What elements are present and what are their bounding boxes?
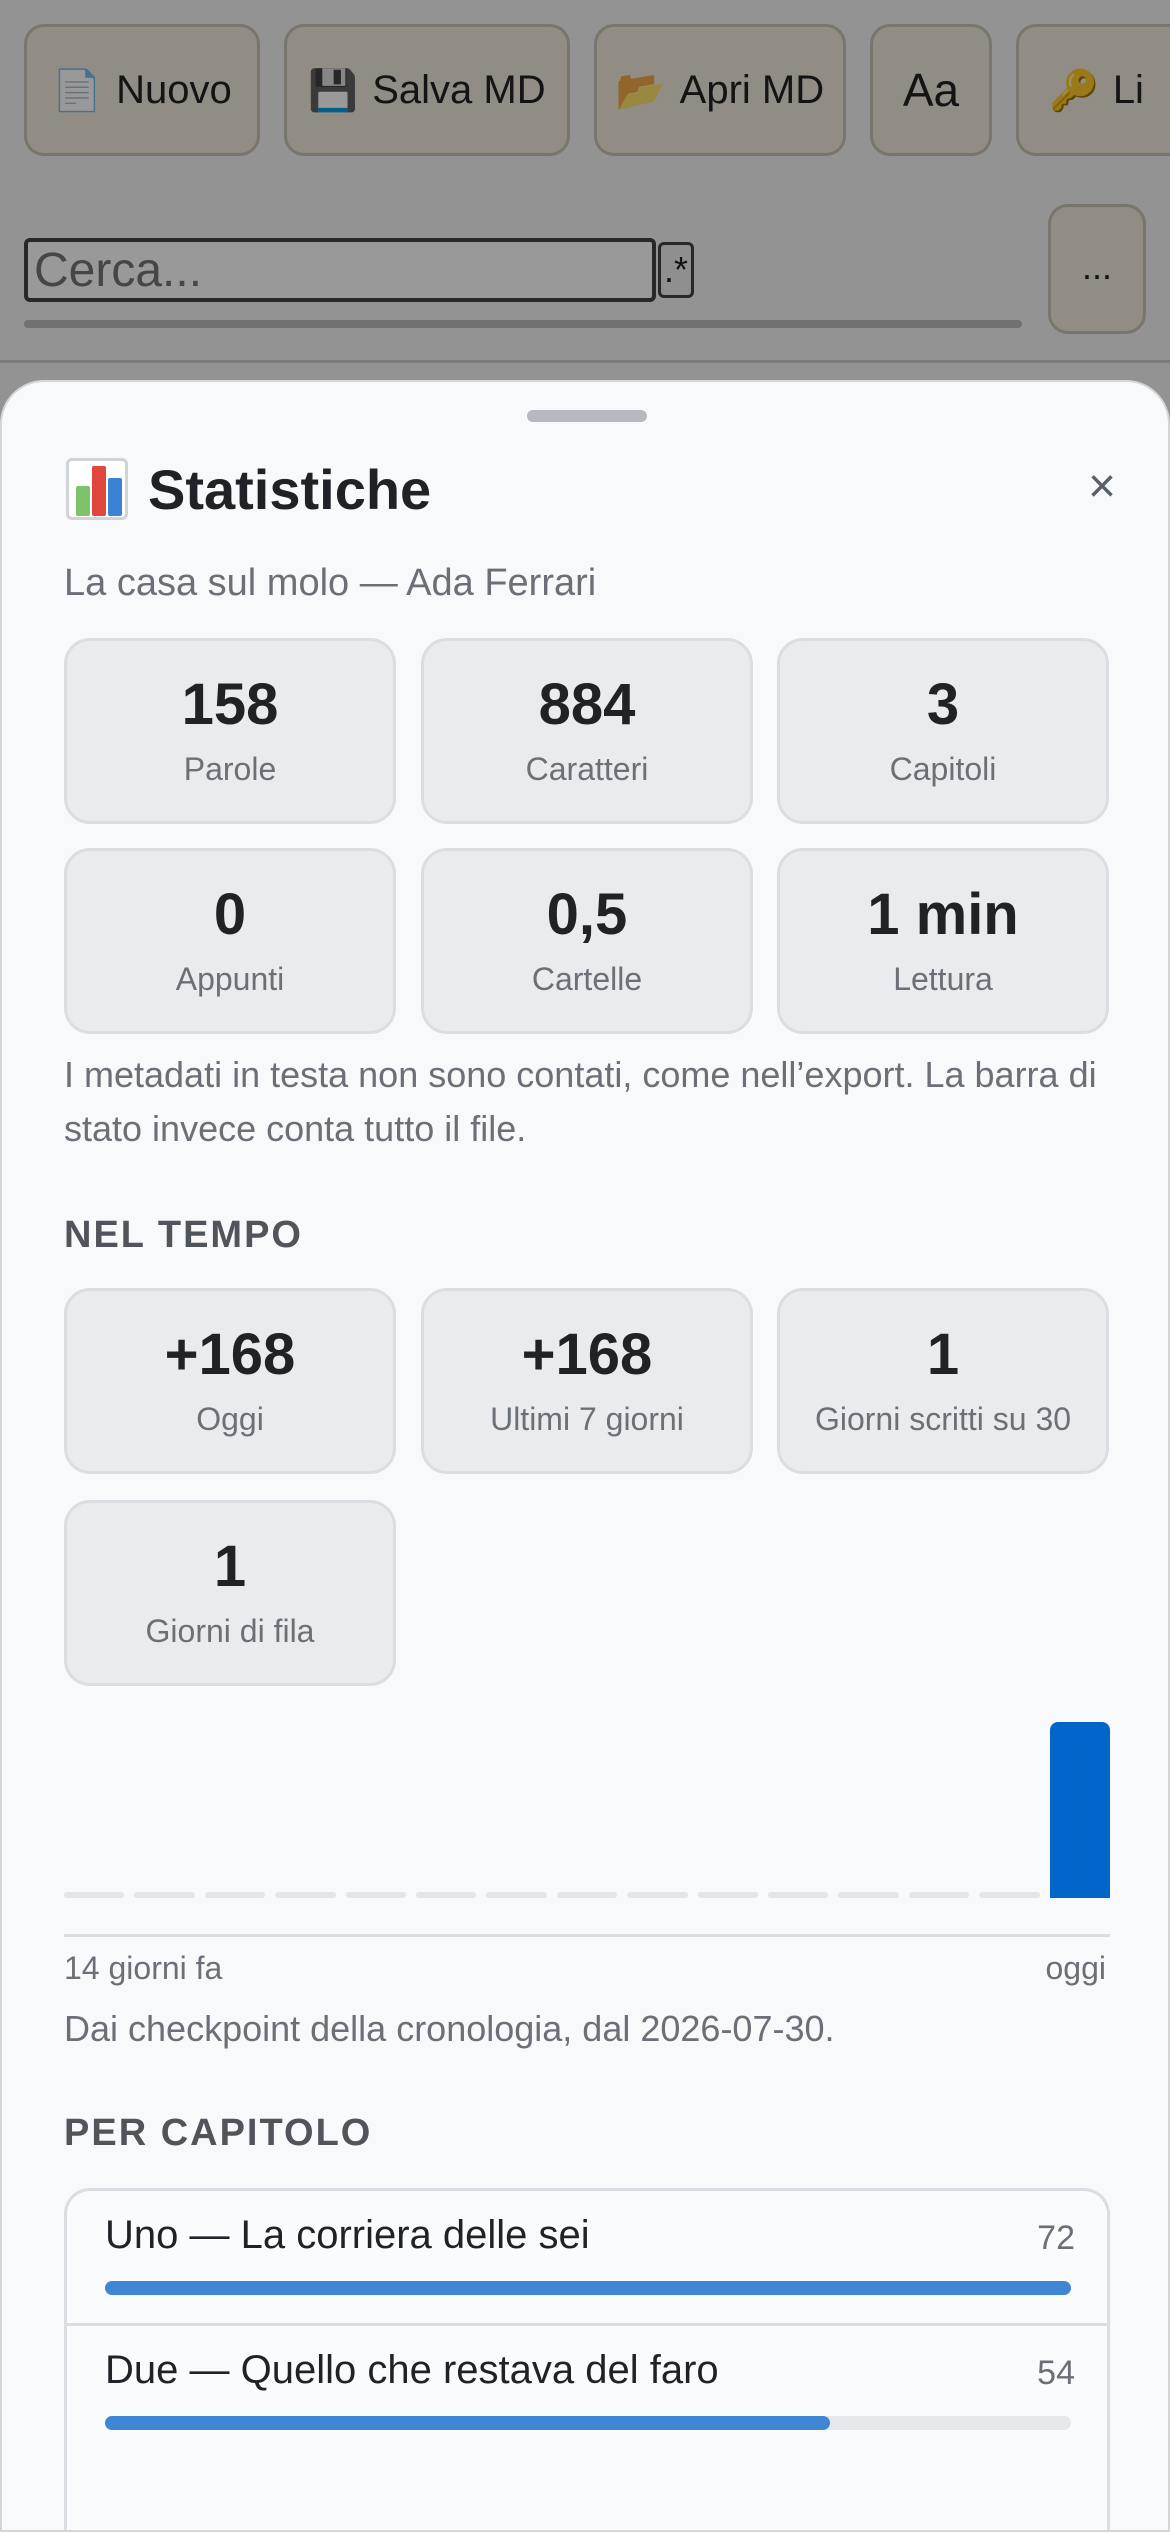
chart-bar — [486, 1892, 547, 1898]
stat-value: 3 — [926, 672, 960, 737]
stat-label: Giorni di fila — [145, 1613, 315, 1649]
chart-axis-end-label: oggi — [1045, 1950, 1107, 1986]
stat-value: 0,5 — [546, 882, 628, 947]
chart-bar — [345, 1892, 406, 1898]
chart-axis-line — [64, 1934, 1110, 1937]
chart-bar — [204, 1892, 266, 1898]
chart-bar — [64, 1892, 125, 1898]
daily-words-chart — [64, 1712, 1110, 1898]
chapter-progress-fill — [105, 2416, 830, 2430]
stat-value: 158 — [181, 672, 279, 737]
stat-value: 1 min — [867, 882, 1019, 947]
stat-card-words: 158 Parole — [64, 638, 396, 824]
chapter-row[interactable]: Due — Quello che restava del faro 54 — [67, 2323, 1107, 2455]
chart-bar — [979, 1892, 1040, 1898]
sheet-title-text: Statistiche — [148, 457, 432, 521]
document-subtitle: La casa sul molo — Ada Ferrari — [64, 562, 597, 604]
chapter-list: Uno — La corriera delle sei 72 Due — Que… — [64, 2188, 1110, 2530]
chapter-row[interactable]: Uno — La corriera delle sei 72 — [67, 2191, 1107, 2323]
stat-label: Ultimi 7 giorni — [490, 1401, 684, 1437]
chapter-word-count: 54 — [1037, 2354, 1075, 2392]
stat-card-reading-time: 1 min Lettura — [777, 848, 1109, 1034]
stat-value: 884 — [538, 672, 636, 737]
section-heading-over-time: NEL TEMPO — [64, 1214, 303, 1256]
stat-card-today: +168 Oggi — [64, 1288, 396, 1474]
stat-label: Capitoli — [889, 751, 997, 787]
stat-value: +168 — [164, 1322, 296, 1387]
sheet-title: Statistiche — [64, 454, 431, 524]
chart-axis-start-label: 14 giorni fa — [64, 1950, 223, 1986]
chart-bar — [697, 1892, 758, 1898]
chapter-title: Due — Quello che restava del faro — [105, 2348, 719, 2392]
chapter-progress-track — [105, 2281, 1071, 2295]
close-icon[interactable]: × — [1072, 452, 1132, 522]
statistics-sheet: Statistiche × La casa sul molo — Ada Fer… — [0, 380, 1170, 2532]
metadata-note: I metadati in testa non sono contati, co… — [64, 1054, 1097, 1149]
stat-card-characters: 884 Caratteri — [421, 638, 753, 824]
chart-bar — [416, 1892, 477, 1898]
stat-card-last-7-days: +168 Ultimi 7 giorni — [421, 1288, 753, 1474]
stat-card-pages: 0,5 Cartelle — [421, 848, 753, 1034]
stat-label: Appunti — [175, 961, 285, 997]
stat-value: 1 — [926, 1322, 960, 1387]
chart-bar — [275, 1892, 336, 1898]
chart-bar — [556, 1892, 618, 1898]
stat-label: Parole — [183, 751, 277, 787]
chart-bar — [134, 1892, 195, 1898]
chapter-word-count: 72 — [1037, 2219, 1075, 2257]
chart-note: Dai checkpoint della cronologia, dal 202… — [64, 2008, 835, 2049]
sheet-grabber[interactable] — [527, 410, 647, 422]
chart-bar — [768, 1892, 829, 1898]
chart-bar — [1049, 1722, 1110, 1898]
stat-card-streak: 1 Giorni di fila — [64, 1500, 396, 1686]
chart-bar — [908, 1892, 970, 1898]
chart-bar — [838, 1892, 899, 1898]
stat-value: +168 — [521, 1322, 653, 1387]
stat-card-days-written: 1 Giorni scritti su 30 — [777, 1288, 1109, 1474]
stat-value: 0 — [213, 882, 247, 947]
stat-label: Cartelle — [531, 961, 643, 997]
chapter-progress-track — [105, 2416, 1071, 2430]
stat-label: Oggi — [196, 1401, 264, 1437]
stat-label: Lettura — [893, 961, 993, 997]
stat-label: Caratteri — [525, 751, 649, 787]
bar-chart-icon — [64, 458, 130, 520]
chapter-progress-fill — [105, 2281, 1071, 2295]
stat-card-chapters: 3 Capitoli — [777, 638, 1109, 824]
stat-card-notes: 0 Appunti — [64, 848, 396, 1034]
chart-bar — [627, 1892, 688, 1898]
section-heading-per-chapter: PER CAPITOLO — [64, 2112, 373, 2154]
chapter-title: Uno — La corriera delle sei — [105, 2213, 590, 2257]
stat-label: Giorni scritti su 30 — [814, 1401, 1072, 1437]
stat-value: 1 — [213, 1534, 247, 1599]
